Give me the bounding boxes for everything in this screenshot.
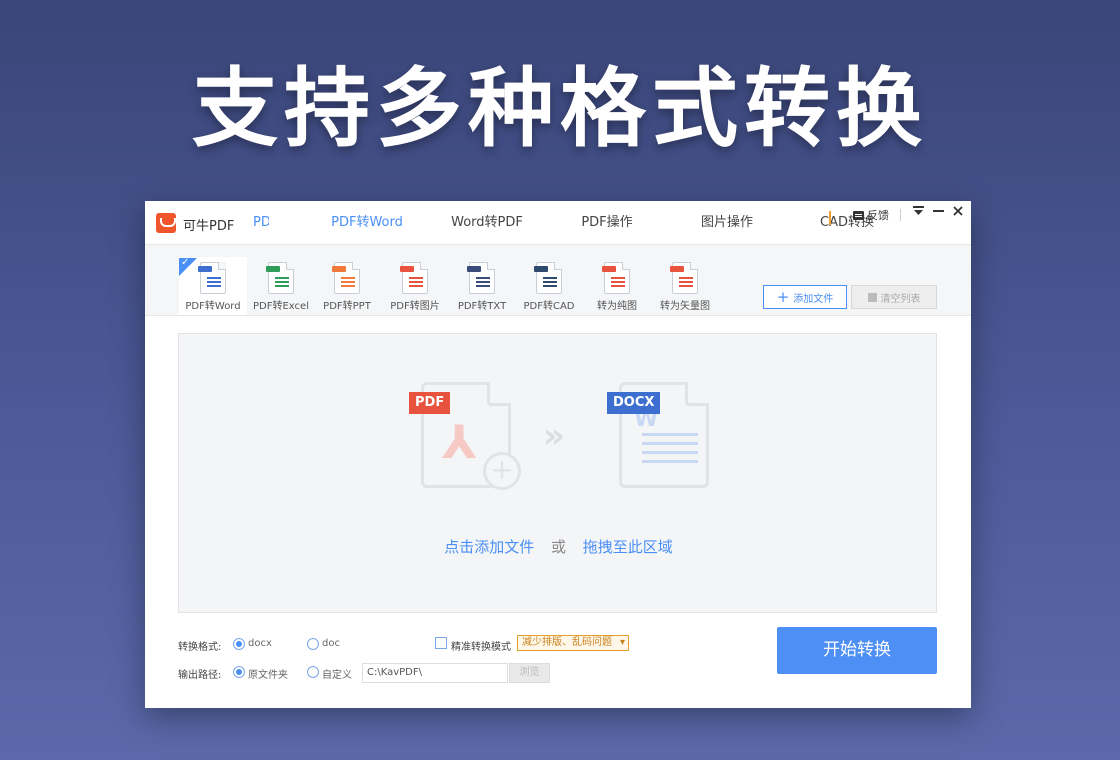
tab-word-to-pdf[interactable]: Word转PDF — [427, 201, 547, 245]
menu-dropdown-icon[interactable] — [909, 204, 927, 222]
checkmark-icon: ✓ — [181, 257, 190, 268]
tab-partial-hidden[interactable]: PDF — [253, 215, 269, 230]
tool-pdf-to-excel[interactable]: PDF转Excel — [247, 257, 315, 315]
tool-label: PDF转Word — [185, 301, 241, 312]
format-docx-label[interactable]: docx — [248, 638, 272, 649]
tool-pdf-to-txt[interactable]: PDF转TXT — [448, 257, 516, 315]
add-circle-icon: + — [483, 452, 521, 490]
tab-overflow-divider — [829, 211, 831, 225]
tool-label: PDF转图片 — [390, 301, 440, 312]
tool-pdf-to-cad[interactable]: PDF转CAD — [515, 257, 583, 315]
precise-mode-label[interactable]: 精准转换模式 — [451, 638, 511, 653]
docx-file-icon — [198, 262, 226, 294]
drag-here-link[interactable]: 拖拽至此区域 — [583, 538, 673, 556]
tool-to-pure-image[interactable]: 转为纯图 — [583, 257, 651, 315]
start-conversion-button[interactable]: 开始转换 — [777, 627, 937, 674]
format-label: 转换格式: — [178, 642, 222, 653]
divider — [900, 209, 901, 221]
tool-label: PDF转CAD — [523, 301, 575, 312]
acrobat-icon: ⅄ — [442, 415, 477, 469]
tool-label: PDF转PPT — [323, 301, 371, 312]
output-custom-radio[interactable] — [307, 666, 319, 678]
clear-list-button[interactable]: 清空列表 — [851, 285, 937, 309]
conversion-toolbar: PDF转Word ✓ PDF转Excel PDF转PPT PDF转图片 PDF转… — [145, 245, 971, 316]
add-files-label: 添加文件 — [793, 293, 834, 305]
xlsx-file-icon — [266, 262, 294, 294]
tool-pdf-to-ppt[interactable]: PDF转PPT — [313, 257, 381, 315]
tab-pdf-operations[interactable]: PDF操作 — [547, 201, 667, 245]
app-logo-icon — [156, 213, 176, 233]
click-add-file-link[interactable]: 点击添加文件 — [444, 538, 534, 556]
tool-label: 转为矢量图 — [660, 301, 710, 312]
jpg-file-icon — [400, 262, 428, 294]
tool-label: 转为纯图 — [597, 301, 637, 312]
output-original-label[interactable]: 原文件夹 — [248, 666, 288, 681]
trash-icon — [867, 292, 877, 302]
tab-cad-conversion[interactable]: CAD转换 — [787, 201, 907, 245]
app-name: 可牛PDF — [183, 219, 235, 234]
tool-to-vector-image[interactable]: 转为矢量图 — [651, 257, 719, 315]
output-path-label: 输出路径: — [178, 670, 222, 681]
message-icon — [853, 210, 864, 220]
or-text: 或 — [550, 538, 566, 556]
docx-tag: DOCX — [607, 392, 661, 414]
minimize-icon[interactable] — [929, 204, 947, 222]
pdf-image-file-icon — [602, 262, 630, 294]
plus-icon: + — [776, 288, 790, 306]
pdf-tag: PDF — [409, 392, 451, 414]
output-custom-label[interactable]: 自定义 — [322, 666, 352, 681]
tab-pdf-to-word[interactable]: PDF转Word — [307, 201, 427, 245]
output-original-radio[interactable] — [233, 666, 245, 678]
format-doc-radio[interactable] — [307, 638, 319, 650]
main-tabs: PDF转Word Word转PDF PDF操作 图片操作 CAD转换 — [307, 201, 907, 245]
tool-label: PDF转TXT — [457, 301, 507, 312]
feedback-button[interactable]: 反馈 — [853, 207, 889, 223]
precise-mode-checkbox[interactable] — [435, 637, 447, 649]
close-icon[interactable] — [949, 204, 967, 222]
promo-headline: 支持多种格式转换 — [192, 59, 928, 159]
format-doc-label[interactable]: doc — [322, 638, 340, 649]
drop-hint: 点击添加文件 或 拖拽至此区域 — [179, 536, 938, 557]
file-drop-zone[interactable]: ⅄ PDF + » W DOCX 点击添加文件 或 拖拽至此区域 — [178, 333, 937, 613]
browse-button[interactable]: 浏览 — [509, 663, 550, 683]
pptx-file-icon — [332, 262, 360, 294]
precise-mode-value: 减少排版、乱码问题 — [522, 637, 612, 648]
dwg-file-icon — [534, 262, 562, 294]
tool-pdf-to-image[interactable]: PDF转图片 — [381, 257, 449, 315]
precise-mode-select[interactable]: 减少排版、乱码问题 ▾ — [517, 635, 629, 651]
pdf-vector-file-icon — [670, 262, 698, 294]
app-window: 可牛PDF PDF PDF转Word Word转PDF PDF操作 图片操作 C… — [145, 201, 971, 708]
tab-image-operations[interactable]: 图片操作 — [667, 201, 787, 245]
chevron-down-icon: ▾ — [619, 637, 625, 648]
format-docx-radio[interactable] — [233, 638, 245, 650]
double-chevron-right-icon: » — [543, 416, 565, 456]
txt-file-icon — [467, 262, 495, 294]
tool-label: PDF转Excel — [253, 301, 309, 312]
add-files-button[interactable]: + 添加文件 — [763, 285, 847, 309]
clear-list-label: 清空列表 — [880, 293, 921, 305]
feedback-label: 反馈 — [867, 209, 889, 222]
output-path-input[interactable]: C:\KavPDF\ — [362, 663, 508, 683]
title-bar: 可牛PDF PDF PDF转Word Word转PDF PDF操作 图片操作 C… — [145, 201, 971, 245]
